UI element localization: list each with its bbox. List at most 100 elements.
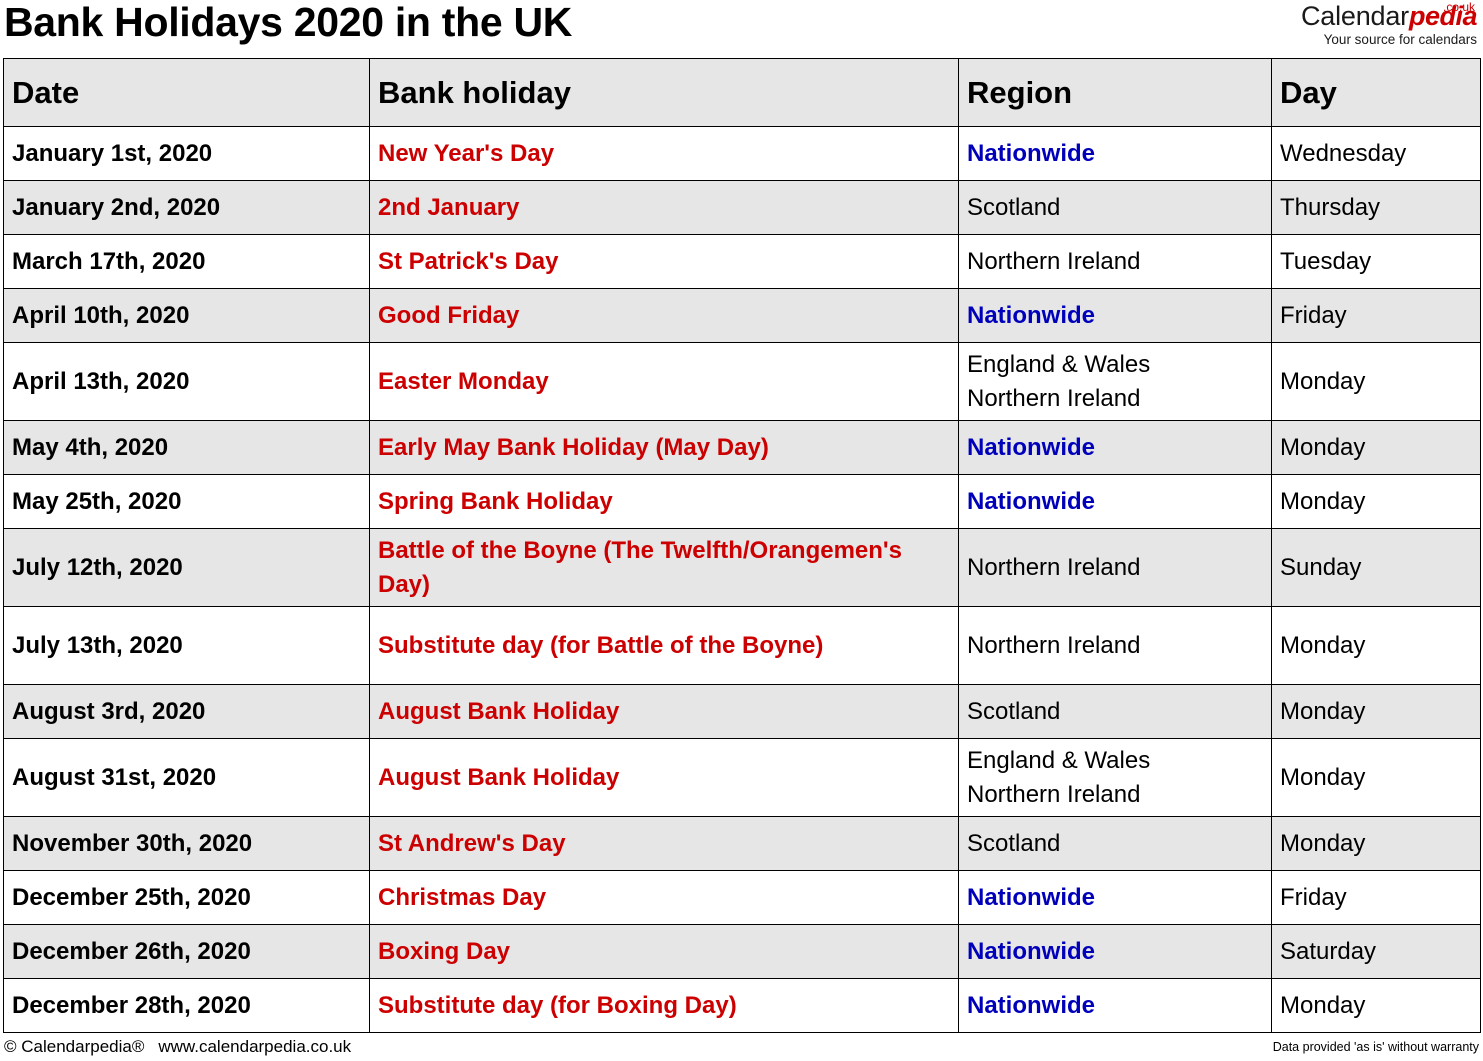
region-line: Nationwide (967, 139, 1096, 167)
region-line: Northern Ireland (967, 553, 1141, 581)
cell-holiday-name: Christmas Day (369, 870, 959, 925)
cell-region: Nationwide (958, 870, 1272, 925)
cell-date: May 25th, 2020 (3, 474, 370, 529)
cell-holiday-name: New Year's Day (369, 126, 959, 181)
cell-region: England & Wales Northern Ireland (958, 342, 1272, 421)
region-line: Nationwide (967, 301, 1096, 329)
footer-copyright: © Calendarpedia® (4, 1037, 145, 1056)
cell-day: Friday (1271, 870, 1481, 925)
cell-day: Friday (1271, 288, 1481, 343)
region-line: England & Wales (967, 746, 1151, 774)
cell-day: Thursday (1271, 180, 1481, 235)
cell-date: December 25th, 2020 (3, 870, 370, 925)
cell-region: Nationwide (958, 420, 1272, 475)
region-line: Nationwide (967, 883, 1096, 911)
table-header: Date Bank holiday Region Day (3, 58, 1481, 127)
cell-day: Monday (1271, 420, 1481, 475)
cell-day: Monday (1271, 684, 1481, 739)
logo-wordmark: Calendarpedia .co.uk (1300, 0, 1478, 31)
cell-day: Monday (1271, 606, 1481, 685)
logo-tld: .co.uk (1442, 0, 1475, 14)
cell-holiday-name: Good Friday (369, 288, 959, 343)
region-line: Nationwide (967, 487, 1096, 515)
footer-credit: © Calendarpedia® www.calendarpedia.co.uk (4, 1037, 351, 1057)
cell-region: England & Wales Northern Ireland (958, 738, 1272, 817)
table-row: July 12th, 2020 Battle of the Boyne (The … (3, 528, 1481, 607)
cell-day: Sunday (1271, 528, 1481, 607)
cell-region: Northern Ireland (958, 528, 1272, 607)
region-line: Nationwide (967, 991, 1096, 1019)
cell-holiday-name: Early May Bank Holiday (May Day) (369, 420, 959, 475)
table-row: April 13th, 2020 Easter Monday England & W… (3, 342, 1481, 421)
table-row: December 28th, 2020 Substitute day (for B… (3, 978, 1481, 1033)
table-header-row: Date Bank holiday Region Day (3, 58, 1481, 127)
table-body: January 1st, 2020 New Year's Day Nationwid… (3, 126, 1481, 1033)
cell-date: December 28th, 2020 (3, 978, 370, 1033)
cell-date: July 13th, 2020 (3, 606, 370, 685)
footer-website[interactable]: www.calendarpedia.co.uk (158, 1037, 351, 1056)
cell-holiday-name: Substitute day (for Battle of the Boyne) (369, 606, 959, 685)
column-header-holiday: Bank holiday (369, 58, 959, 127)
cell-holiday-name: August Bank Holiday (369, 684, 959, 739)
table-row: April 10th, 2020 Good Friday Nationwide Fri… (3, 288, 1481, 343)
region-line: Northern Ireland (967, 631, 1141, 659)
table-row: July 13th, 2020 Substitute day (for Battl… (3, 606, 1481, 685)
logo-brand-first: Calendar (1300, 1, 1409, 31)
cell-region: Nationwide (958, 924, 1272, 979)
cell-holiday-name: St Patrick's Day (369, 234, 959, 289)
cell-holiday-name: Boxing Day (369, 924, 959, 979)
cell-date: May 4th, 2020 (3, 420, 370, 475)
table-row: January 1st, 2020 New Year's Day Nationwid… (3, 126, 1481, 181)
cell-date: July 12th, 2020 (3, 528, 370, 607)
page-title: Bank Holidays 2020 in the UK (4, 0, 573, 45)
page-header: Bank Holidays 2020 in the UK Calendarped… (0, 0, 1483, 58)
cell-day: Monday (1271, 978, 1481, 1033)
column-header-region: Region (958, 58, 1272, 127)
cell-region: Nationwide (958, 126, 1272, 181)
cell-day: Monday (1271, 738, 1481, 817)
table-row: March 17th, 2020 St Patrick's Day Northern… (3, 234, 1481, 289)
region-line: Scotland (967, 829, 1061, 857)
table-row: December 25th, 2020 Christmas Day Nationwi… (3, 870, 1481, 925)
cell-region: Scotland (958, 684, 1272, 739)
footer-disclaimer: Data provided 'as is' without warranty (1272, 1040, 1479, 1054)
cell-region: Nationwide (958, 474, 1272, 529)
cell-region: Scotland (958, 180, 1272, 235)
page-footer: © Calendarpedia® www.calendarpedia.co.uk … (3, 1035, 1480, 1061)
logo-tagline: Your source for calendars (1323, 32, 1477, 47)
table-row: May 4th, 2020 Early May Bank Holiday (May… (3, 420, 1481, 475)
cell-day: Monday (1271, 816, 1481, 871)
region-line: Nationwide (967, 937, 1096, 965)
cell-holiday-name: Easter Monday (369, 342, 959, 421)
table-row: November 30th, 2020 St Andrew's Day Scotla… (3, 816, 1481, 871)
cell-region: Nationwide (958, 978, 1272, 1033)
cell-region: Nationwide (958, 288, 1272, 343)
cell-date: January 2nd, 2020 (3, 180, 370, 235)
cell-date: April 10th, 2020 (3, 288, 370, 343)
cell-date: December 26th, 2020 (3, 924, 370, 979)
region-line: Scotland (967, 193, 1061, 221)
cell-date: April 13th, 2020 (3, 342, 370, 421)
cell-holiday-name: 2nd January (369, 180, 959, 235)
region-line: Northern Ireland (967, 780, 1141, 808)
region-line: Scotland (967, 697, 1061, 725)
column-header-date: Date (3, 58, 370, 127)
region-line: England & Wales (967, 350, 1151, 378)
cell-day: Wednesday (1271, 126, 1481, 181)
cell-day: Saturday (1271, 924, 1481, 979)
cell-day: Monday (1271, 342, 1481, 421)
table-row: August 31st, 2020 August Bank Holiday Engl… (3, 738, 1481, 817)
cell-region: Northern Ireland (958, 606, 1272, 685)
column-header-day: Day (1271, 58, 1481, 127)
region-line: Nationwide (967, 433, 1096, 461)
cell-date: August 3rd, 2020 (3, 684, 370, 739)
table-row: August 3rd, 2020 August Bank Holiday Scotl… (3, 684, 1481, 739)
cell-date: March 17th, 2020 (3, 234, 370, 289)
cell-holiday-name: St Andrew's Day (369, 816, 959, 871)
cell-holiday-name: Battle of the Boyne (The Twelfth/Orangem… (369, 528, 959, 607)
cell-date: August 31st, 2020 (3, 738, 370, 817)
bank-holidays-table: Date Bank holiday Region Day January 1st… (3, 58, 1481, 1033)
cell-holiday-name: Substitute day (for Boxing Day) (369, 978, 959, 1033)
cell-region: Northern Ireland (958, 234, 1272, 289)
calendarpedia-logo[interactable]: Calendarpedia .co.uk Your source for cale… (1227, 0, 1478, 48)
